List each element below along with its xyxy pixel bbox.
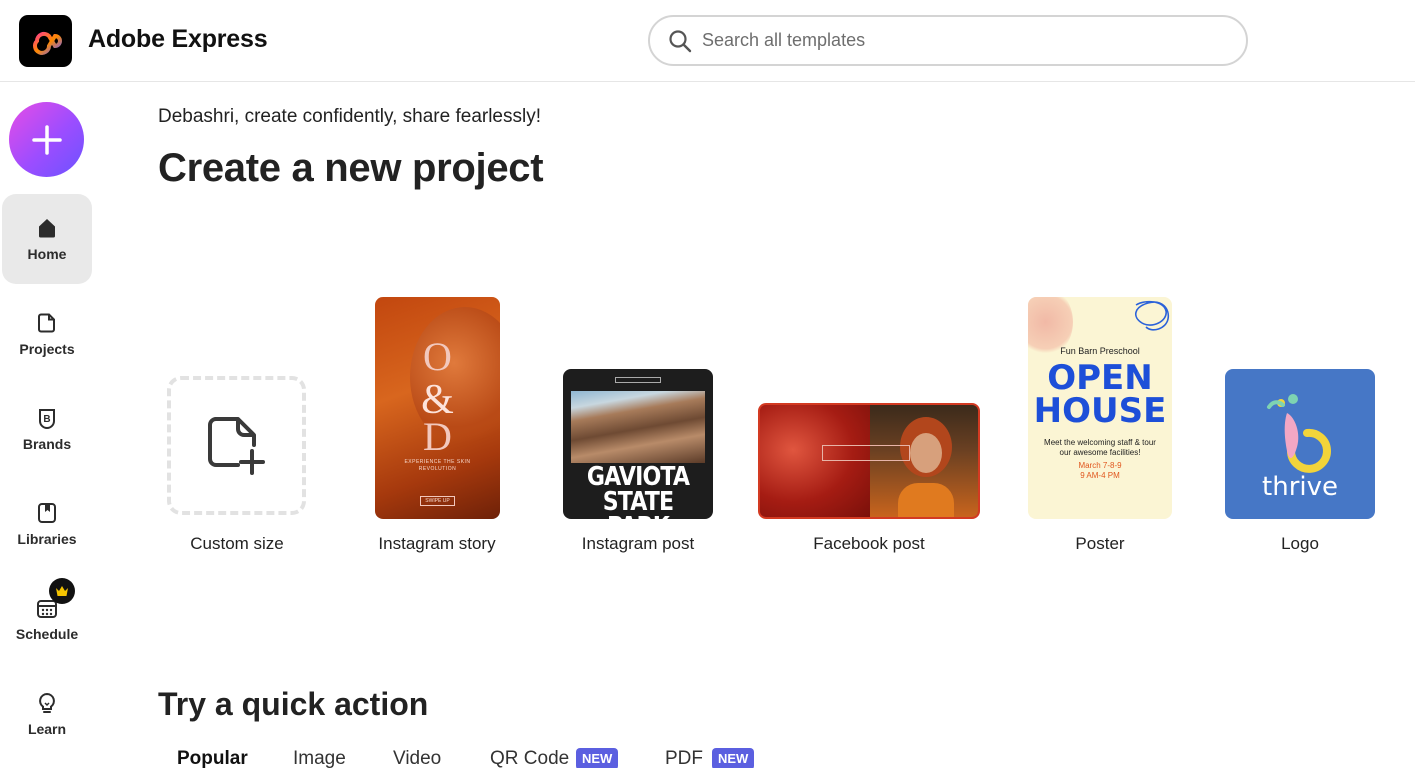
tab-image[interactable]: Image bbox=[293, 748, 346, 768]
library-icon bbox=[38, 503, 56, 523]
sidebar-item-libraries[interactable]: Libraries bbox=[2, 479, 92, 569]
story-tagline: EXPERIENCE THE SKIN REVOLUTION bbox=[404, 459, 471, 472]
plus-icon bbox=[31, 124, 62, 155]
poster-thumbnail[interactable]: Fun Barn Preschool OPEN HOUSE Meet the w… bbox=[1028, 297, 1172, 519]
home-icon bbox=[39, 219, 55, 238]
create-new-button[interactable] bbox=[9, 102, 84, 177]
logo-thumbnail[interactable]: thrive bbox=[1225, 369, 1375, 519]
poster-school-name: Fun Barn Preschool bbox=[1060, 346, 1140, 356]
instagram-story-label[interactable]: Instagram story bbox=[378, 534, 495, 554]
new-badge: NEW bbox=[576, 748, 619, 768]
poster-description: Meet the welcoming staff & tour our awes… bbox=[1044, 438, 1156, 457]
sidebar-item-label: Libraries bbox=[17, 531, 77, 547]
facebook-post-thumbnail[interactable] bbox=[758, 403, 980, 519]
sidebar-item-label: Brands bbox=[22, 436, 72, 452]
svg-text:B: B bbox=[43, 414, 50, 425]
new-file-icon bbox=[207, 416, 265, 475]
lightbulb-icon bbox=[39, 692, 55, 713]
poster-title-line-1: OPEN bbox=[1047, 358, 1153, 398]
logo-abstract-mark bbox=[1267, 394, 1331, 473]
sidebar-item-label: Schedule bbox=[15, 626, 79, 642]
post-header-bar bbox=[615, 377, 661, 383]
quick-action-title: Try a quick action bbox=[158, 686, 429, 722]
poster-blue-scribble bbox=[1135, 300, 1170, 331]
poster-title-line-2: HOUSE bbox=[1033, 391, 1167, 431]
top-header: Adobe Express bbox=[0, 0, 1415, 82]
logo-wordmark: thrive bbox=[1262, 472, 1338, 502]
story-monogram-d: D bbox=[423, 414, 452, 459]
instagram-story-thumbnail[interactable]: O & D EXPERIENCE THE SKIN REVOLUTION SWI… bbox=[375, 297, 500, 519]
logo-label[interactable]: Logo bbox=[1281, 534, 1319, 554]
custom-size-label[interactable]: Custom size bbox=[190, 534, 284, 554]
new-badge: NEW bbox=[712, 748, 755, 768]
crown-icon bbox=[56, 586, 68, 596]
story-monogram-o: O bbox=[423, 334, 452, 379]
poster-dates: March 7-8-9 bbox=[1078, 461, 1122, 470]
premium-badge bbox=[49, 578, 75, 604]
sidebar-item-brands[interactable]: B Brands bbox=[2, 384, 92, 474]
sidebar-item-label: Learn bbox=[27, 721, 67, 737]
fb-title-frame bbox=[822, 445, 910, 461]
post-title-line-2: STATE PARK bbox=[602, 487, 674, 519]
post-landscape-image bbox=[571, 391, 705, 463]
sidebar-item-projects[interactable]: Projects bbox=[2, 289, 92, 379]
fb-portrait-shirt bbox=[898, 483, 954, 517]
sidebar-item-home[interactable]: Home bbox=[2, 194, 92, 284]
sidebar-item-learn[interactable]: Learn bbox=[2, 669, 92, 759]
instagram-post-label[interactable]: Instagram post bbox=[582, 534, 694, 554]
tab-qr-code[interactable]: QR Code bbox=[490, 748, 569, 768]
custom-size-card[interactable] bbox=[167, 376, 306, 515]
facebook-post-label[interactable]: Facebook post bbox=[813, 534, 925, 554]
document-icon bbox=[38, 313, 55, 333]
tab-video[interactable]: Video bbox=[393, 748, 441, 768]
sidebar-item-label: Home bbox=[27, 246, 67, 262]
page-title: Create a new project bbox=[158, 146, 544, 190]
adobe-express-logo[interactable] bbox=[19, 15, 72, 67]
search-input[interactable] bbox=[702, 30, 1202, 51]
greeting-text: Debashri, create confidently, share fear… bbox=[158, 106, 541, 127]
poster-label[interactable]: Poster bbox=[1075, 534, 1124, 554]
creative-cloud-logo-icon bbox=[32, 31, 62, 55]
fb-abstract-pattern bbox=[760, 405, 870, 517]
poster-hours: 9 AM-4 PM bbox=[1080, 471, 1120, 480]
fb-portrait-face bbox=[910, 433, 942, 473]
search-icon bbox=[669, 29, 692, 52]
brand-icon: B bbox=[39, 409, 55, 429]
instagram-post-thumbnail[interactable]: GAVIOTA STATE PARK bbox=[563, 369, 713, 519]
app-title[interactable]: Adobe Express bbox=[88, 25, 268, 54]
story-swipe-up: SWIPE UP bbox=[420, 496, 455, 506]
sidebar-item-schedule[interactable]: Schedule bbox=[2, 574, 92, 664]
sidebar-item-label: Projects bbox=[19, 341, 75, 357]
tab-popular[interactable]: Popular bbox=[177, 748, 248, 768]
tab-pdf[interactable]: PDF bbox=[665, 748, 703, 768]
search-bar[interactable] bbox=[648, 15, 1248, 66]
